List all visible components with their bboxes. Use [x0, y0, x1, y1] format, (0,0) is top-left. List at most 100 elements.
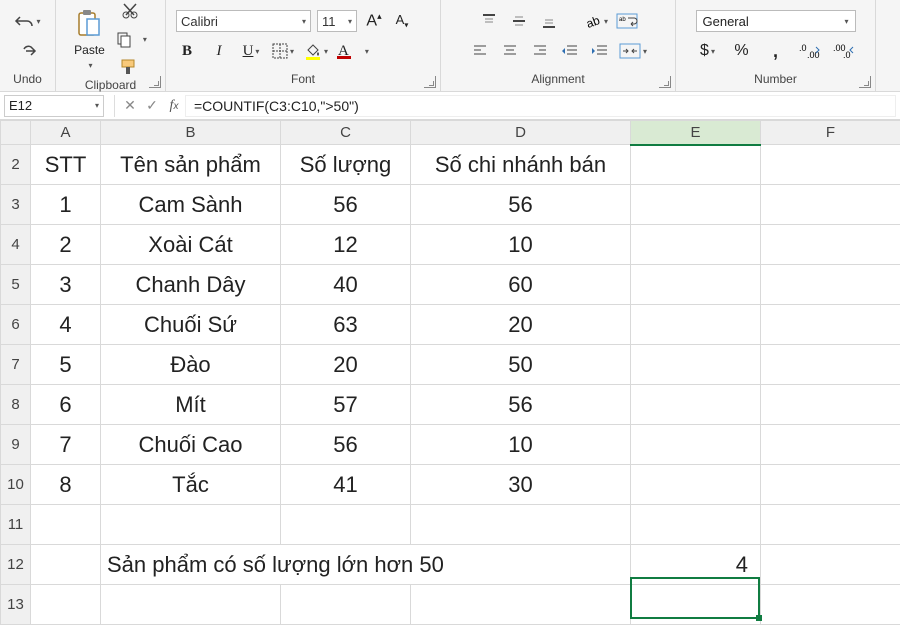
cell[interactable] [761, 385, 900, 425]
cell[interactable] [761, 225, 900, 265]
column-header[interactable]: F [761, 121, 900, 145]
align-top-button[interactable] [478, 10, 500, 32]
cell[interactable]: 40 [281, 265, 411, 305]
italic-button[interactable]: I [208, 40, 230, 62]
row-header[interactable]: 5 [1, 265, 31, 305]
row-header[interactable]: 6 [1, 305, 31, 345]
row-header[interactable]: 12 [1, 545, 31, 585]
paste-button[interactable]: Paste ▾ [74, 9, 105, 70]
selected-cell[interactable]: 4 [631, 545, 761, 585]
redo-button[interactable] [17, 40, 39, 62]
row-header[interactable]: 7 [1, 345, 31, 385]
decrease-font-button[interactable]: A▾ [391, 10, 413, 32]
align-center-button[interactable] [499, 40, 521, 62]
align-right-button[interactable] [529, 40, 551, 62]
row-header[interactable]: 13 [1, 585, 31, 625]
bold-button[interactable]: B [176, 40, 198, 62]
cell[interactable]: 20 [411, 305, 631, 345]
cell[interactable] [761, 585, 900, 625]
fill-color-button[interactable]: ▾ [304, 40, 328, 62]
cell[interactable] [761, 465, 900, 505]
increase-font-button[interactable]: A▴ [363, 10, 385, 32]
cell[interactable] [631, 225, 761, 265]
accounting-format-button[interactable]: $▾ [697, 40, 719, 62]
column-header[interactable]: E [631, 121, 761, 145]
cell[interactable]: Tên sản phẩm [101, 145, 281, 185]
cell[interactable]: Số lượng [281, 145, 411, 185]
row-header[interactable]: 10 [1, 465, 31, 505]
cell[interactable]: 1 [31, 185, 101, 225]
cut-button[interactable] [113, 0, 147, 22]
merge-center-button[interactable]: ▾ [619, 40, 647, 62]
percent-format-button[interactable]: % [731, 40, 753, 62]
orientation-button[interactable]: ab▾ [584, 10, 608, 32]
cell[interactable] [631, 585, 761, 625]
cell[interactable] [281, 505, 411, 545]
cell[interactable] [101, 505, 281, 545]
cell[interactable]: 41 [281, 465, 411, 505]
cell[interactable] [761, 145, 900, 185]
cell[interactable]: 6 [31, 385, 101, 425]
cell[interactable] [631, 425, 761, 465]
increase-indent-button[interactable] [589, 40, 611, 62]
row-header[interactable]: 2 [1, 145, 31, 185]
cell[interactable]: 4 [31, 305, 101, 345]
cell[interactable]: 8 [31, 465, 101, 505]
dialog-launcher-icon[interactable] [424, 76, 436, 88]
cell[interactable]: 50 [411, 345, 631, 385]
format-painter-button[interactable] [113, 56, 147, 78]
cell[interactable]: Chuối Sứ [101, 305, 281, 345]
comma-format-button[interactable]: , [765, 40, 787, 62]
column-header[interactable]: A [31, 121, 101, 145]
cell[interactable]: Đào [101, 345, 281, 385]
cell[interactable]: Cam Sành [101, 185, 281, 225]
cell[interactable]: 10 [411, 425, 631, 465]
cell[interactable] [631, 505, 761, 545]
cell[interactable]: 56 [411, 385, 631, 425]
column-header[interactable]: D [411, 121, 631, 145]
cell[interactable]: 56 [411, 185, 631, 225]
cell[interactable] [31, 505, 101, 545]
cell[interactable]: Tắc [101, 465, 281, 505]
number-format-dropdown[interactable]: General ▾ [696, 10, 856, 32]
cell[interactable]: 56 [281, 425, 411, 465]
align-bottom-button[interactable] [538, 10, 560, 32]
cell[interactable]: 10 [411, 225, 631, 265]
cell[interactable] [101, 585, 281, 625]
insert-function-button[interactable]: fx [163, 95, 185, 117]
cell[interactable]: Chuối Cao [101, 425, 281, 465]
cell[interactable]: Sản phẩm có số lượng lớn hơn 50 [101, 545, 631, 585]
select-all-corner[interactable] [1, 121, 31, 145]
cell[interactable] [761, 425, 900, 465]
align-left-button[interactable] [469, 40, 491, 62]
name-box[interactable]: E12 ▾ [4, 95, 104, 117]
cell[interactable] [761, 265, 900, 305]
cell[interactable]: Chanh Dây [101, 265, 281, 305]
row-header[interactable]: 3 [1, 185, 31, 225]
decrease-indent-button[interactable] [559, 40, 581, 62]
cell[interactable] [761, 305, 900, 345]
font-color-button[interactable]: A▾ [338, 40, 369, 62]
underline-button[interactable]: U▾ [240, 40, 262, 62]
cell[interactable] [761, 185, 900, 225]
cell[interactable] [631, 305, 761, 345]
cell[interactable]: 63 [281, 305, 411, 345]
cell[interactable] [411, 585, 631, 625]
spreadsheet-grid[interactable]: A B C D E F 2 STT Tên sản phẩm Số lượng … [0, 120, 900, 625]
column-header[interactable]: B [101, 121, 281, 145]
row-header[interactable]: 4 [1, 225, 31, 265]
dialog-launcher-icon[interactable] [859, 76, 871, 88]
cell[interactable]: 60 [411, 265, 631, 305]
cell[interactable]: 57 [281, 385, 411, 425]
cell[interactable]: 30 [411, 465, 631, 505]
dialog-launcher-icon[interactable] [149, 76, 161, 88]
cell[interactable]: 20 [281, 345, 411, 385]
align-middle-button[interactable] [508, 10, 530, 32]
row-header[interactable]: 9 [1, 425, 31, 465]
row-header[interactable]: 8 [1, 385, 31, 425]
column-header[interactable]: C [281, 121, 411, 145]
cell[interactable]: 56 [281, 185, 411, 225]
cell[interactable]: Xoài Cát [101, 225, 281, 265]
copy-button[interactable] [113, 28, 135, 50]
cell[interactable] [411, 505, 631, 545]
